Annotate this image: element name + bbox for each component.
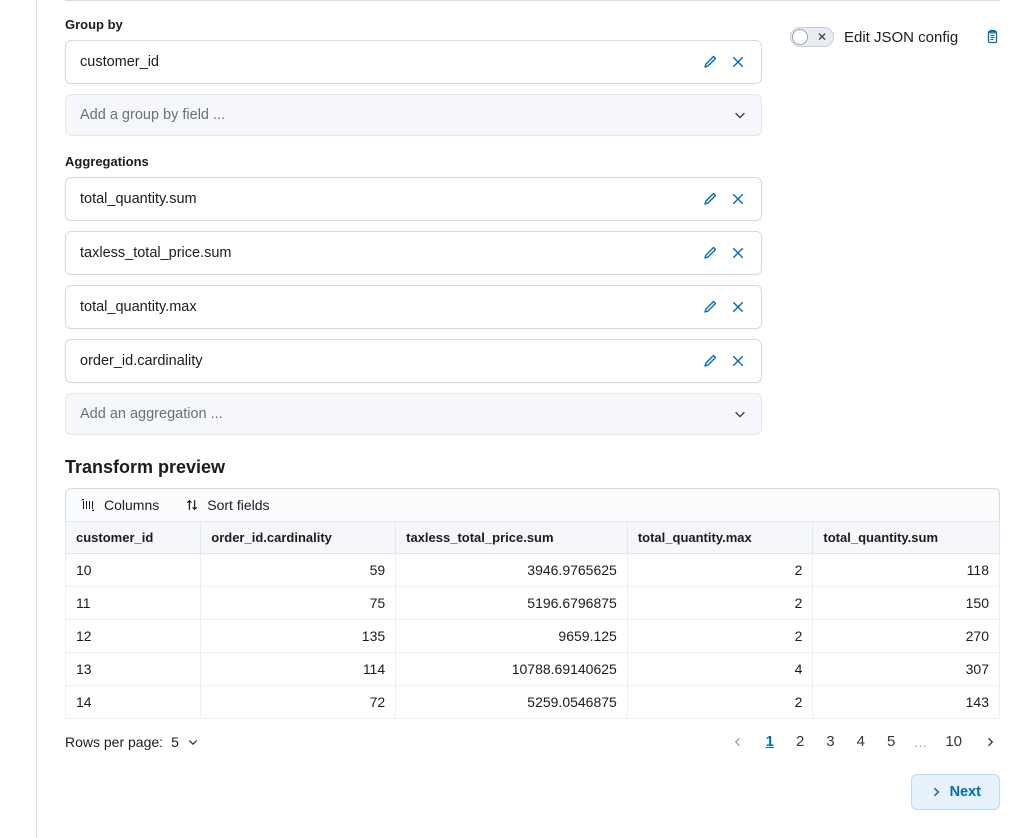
cell-customer-id: 13 xyxy=(66,653,201,686)
group-by-pill: customer_id xyxy=(65,40,762,84)
cell-taxless-total-price-sum: 5196.6796875 xyxy=(396,587,628,620)
cell-order-id-cardinality: 135 xyxy=(201,620,396,653)
edit-icon[interactable] xyxy=(701,352,719,370)
group-by-pill-label: customer_id xyxy=(76,54,701,70)
chevron-down-icon xyxy=(733,108,747,122)
aggregation-pill-label: taxless_total_price.sum xyxy=(76,245,701,261)
cell-total-quantity-sum: 143 xyxy=(813,686,1000,719)
aggregation-pill-label: order_id.cardinality xyxy=(76,353,701,369)
remove-icon[interactable] xyxy=(729,298,747,316)
chevron-right-icon xyxy=(930,786,942,798)
pager-ellipsis: … xyxy=(913,734,927,750)
cell-total-quantity-max: 2 xyxy=(627,587,813,620)
pager-page[interactable]: 3 xyxy=(822,731,838,752)
add-group-by-placeholder: Add a group by field ... xyxy=(80,107,225,123)
table-row: 11755196.67968752150 xyxy=(66,587,1000,620)
aggregation-pill: total_quantity.max xyxy=(65,285,762,329)
aggregation-pill-label: total_quantity.max xyxy=(76,299,701,315)
rows-per-page-select[interactable]: Rows per page: 5 xyxy=(65,734,199,750)
aggregations-label: Aggregations xyxy=(65,154,762,169)
cell-taxless-total-price-sum: 9659.125 xyxy=(396,620,628,653)
table-row: 14725259.05468752143 xyxy=(66,686,1000,719)
edit-icon[interactable] xyxy=(701,53,719,71)
remove-icon[interactable] xyxy=(729,352,747,370)
clipboard-icon[interactable] xyxy=(984,29,1000,45)
column-header[interactable]: total_quantity.sum xyxy=(813,522,1000,554)
columns-button[interactable]: Columns xyxy=(80,497,159,513)
cell-total-quantity-sum: 307 xyxy=(813,653,1000,686)
cell-total-quantity-max: 2 xyxy=(627,686,813,719)
column-header[interactable]: taxless_total_price.sum xyxy=(396,522,628,554)
remove-icon[interactable] xyxy=(729,53,747,71)
cell-total-quantity-max: 2 xyxy=(627,620,813,653)
columns-label: Columns xyxy=(104,497,159,513)
cell-total-quantity-max: 2 xyxy=(627,554,813,587)
cell-order-id-cardinality: 59 xyxy=(201,554,396,587)
group-by-label: Group by xyxy=(65,17,762,32)
pager-next[interactable] xyxy=(980,734,1000,750)
cell-customer-id: 14 xyxy=(66,686,201,719)
transform-preview-title: Transform preview xyxy=(65,457,1000,478)
pager-prev[interactable] xyxy=(728,734,748,750)
columns-icon xyxy=(80,497,96,513)
edit-json-toggle[interactable]: ✕ xyxy=(790,27,834,47)
pagination: 12345 … 10 xyxy=(728,731,1000,752)
cell-customer-id: 12 xyxy=(66,620,201,653)
table-row: 1311410788.691406254307 xyxy=(66,653,1000,686)
sort-label: Sort fields xyxy=(207,497,269,513)
top-divider xyxy=(65,0,1000,1)
rows-per-page-label: Rows per page: xyxy=(65,734,163,750)
remove-icon[interactable] xyxy=(729,190,747,208)
next-button[interactable]: Next xyxy=(911,774,1000,810)
cell-total-quantity-sum: 118 xyxy=(813,554,1000,587)
pager-page[interactable]: 4 xyxy=(853,731,869,752)
toggle-thumb xyxy=(792,29,808,45)
edit-icon[interactable] xyxy=(701,190,719,208)
aggregation-pill: taxless_total_price.sum xyxy=(65,231,762,275)
cell-customer-id: 10 xyxy=(66,554,201,587)
table-row: 121359659.1252270 xyxy=(66,620,1000,653)
cell-order-id-cardinality: 75 xyxy=(201,587,396,620)
edit-json-label: Edit JSON config xyxy=(844,29,958,46)
cell-taxless-total-price-sum: 10788.69140625 xyxy=(396,653,628,686)
cell-taxless-total-price-sum: 5259.0546875 xyxy=(396,686,628,719)
close-icon: ✕ xyxy=(817,30,827,44)
aggregation-pill: order_id.cardinality xyxy=(65,339,762,383)
pager-page[interactable]: 2 xyxy=(792,731,808,752)
edit-icon[interactable] xyxy=(701,244,719,262)
sort-icon xyxy=(185,498,199,512)
column-header[interactable]: customer_id xyxy=(66,522,201,554)
cell-taxless-total-price-sum: 3946.9765625 xyxy=(396,554,628,587)
aggregation-pill-label: total_quantity.sum xyxy=(76,191,701,207)
add-group-by-input[interactable]: Add a group by field ... xyxy=(65,94,762,136)
preview-toolbar: Columns Sort fields xyxy=(65,488,1000,521)
cell-total-quantity-max: 4 xyxy=(627,653,813,686)
add-aggregation-placeholder: Add an aggregation ... xyxy=(80,406,223,422)
pager-page[interactable]: 10 xyxy=(941,731,966,752)
cell-total-quantity-sum: 270 xyxy=(813,620,1000,653)
aggregation-pill: total_quantity.sum xyxy=(65,177,762,221)
column-header[interactable]: total_quantity.max xyxy=(627,522,813,554)
edit-icon[interactable] xyxy=(701,298,719,316)
pager-page[interactable]: 1 xyxy=(762,731,778,752)
cell-customer-id: 11 xyxy=(66,587,201,620)
cell-order-id-cardinality: 72 xyxy=(201,686,396,719)
chevron-down-icon xyxy=(187,736,199,748)
add-aggregation-input[interactable]: Add an aggregation ... xyxy=(65,393,762,435)
column-header[interactable]: order_id.cardinality xyxy=(201,522,396,554)
rows-per-page-value: 5 xyxy=(171,734,179,750)
chevron-down-icon xyxy=(733,407,747,421)
remove-icon[interactable] xyxy=(729,244,747,262)
cell-order-id-cardinality: 114 xyxy=(201,653,396,686)
pager-page[interactable]: 5 xyxy=(883,731,899,752)
table-row: 10593946.97656252118 xyxy=(66,554,1000,587)
sort-fields-button[interactable]: Sort fields xyxy=(185,497,269,513)
cell-total-quantity-sum: 150 xyxy=(813,587,1000,620)
preview-table: customer_idorder_id.cardinalitytaxless_t… xyxy=(65,521,1000,719)
